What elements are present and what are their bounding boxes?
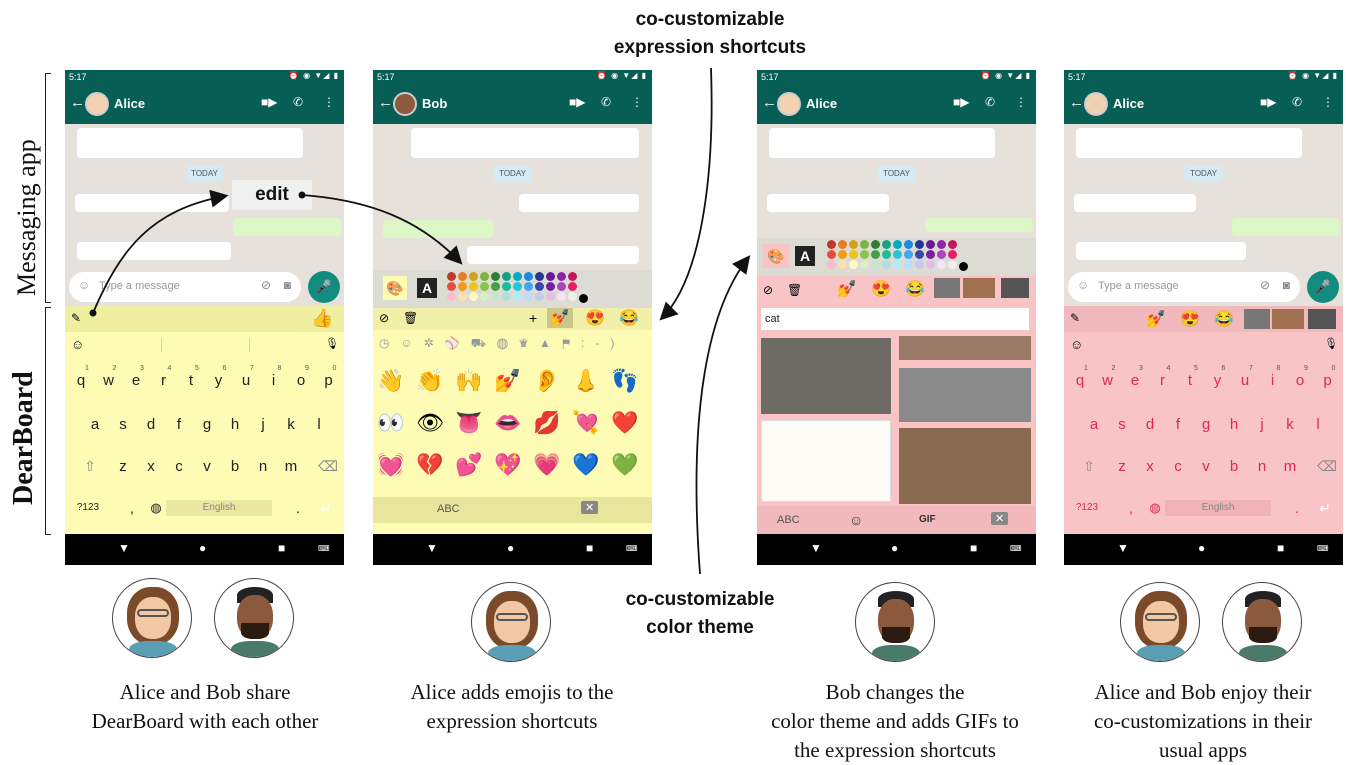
caption-1: Alice and Bob share DearBoard with each o… [91,680,319,733]
bob-avatar [855,582,935,662]
caption-3: Bob changes the color theme and adds GIFs… [771,680,1019,762]
alice-avatar [1120,582,1200,662]
bob-avatar [1222,582,1302,662]
arrow-edit-to [301,194,463,265]
arrow-shortcuts [659,67,713,321]
arrow-theme [695,255,751,575]
alice-avatar [112,578,192,658]
alice-avatar [471,582,551,662]
arrow-edit-from [92,189,229,314]
bob-avatar [214,578,294,658]
caption-4: Alice and Bob enjoy their co-customizatio… [1093,680,1313,762]
caption-2: Alice adds emojis to the expression short… [410,680,614,733]
